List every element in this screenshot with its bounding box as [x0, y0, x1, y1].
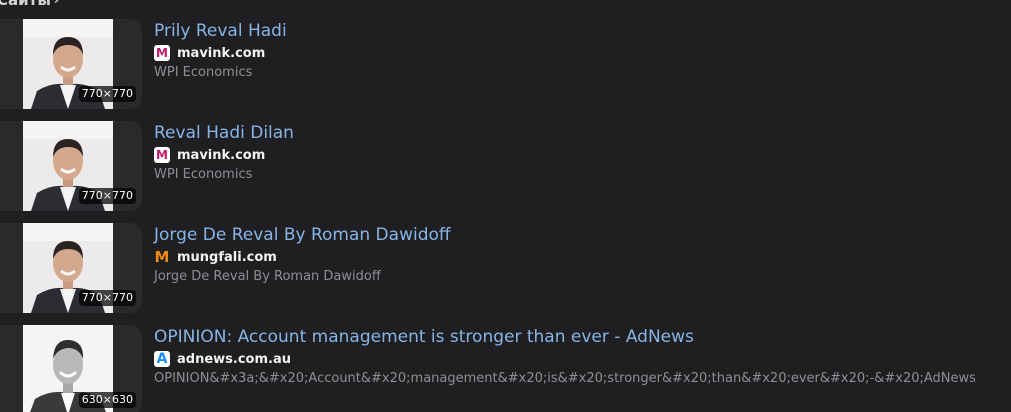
section-header[interactable]: Сайты ›: [0, 0, 60, 9]
result-site-link[interactable]: M mavink.com: [154, 146, 294, 164]
mavink-favicon-icon: M: [154, 147, 170, 163]
mungfali-favicon-icon: M: [154, 247, 170, 266]
result-domain[interactable]: mavink.com: [177, 46, 265, 61]
result-thumbnail-card[interactable]: 770×770: [0, 223, 142, 313]
result-info: Jorge De Reval By Roman Dawidoff M mungf…: [154, 224, 451, 286]
image-size-badge: 770×770: [78, 290, 136, 306]
result-thumbnail-card[interactable]: 630×630: [0, 325, 142, 412]
result-domain[interactable]: adnews.com.au: [177, 352, 291, 367]
result-title-link[interactable]: Prily Reval Hadi: [154, 20, 287, 42]
image-results-page: Сайты › 770×770 Prily Reval Hadi M mavin…: [0, 0, 1011, 412]
result-domain[interactable]: mungfali.com: [177, 250, 277, 265]
result-description: OPINION&#x3a;&#x20;Account&#x20;manageme…: [154, 371, 976, 386]
result-site-link[interactable]: A adnews.com.au: [154, 350, 976, 368]
result-info: Prily Reval Hadi M mavink.com WPI Econom…: [154, 20, 287, 82]
result-thumbnail-card[interactable]: 770×770: [0, 121, 142, 211]
result-title-link[interactable]: Reval Hadi Dilan: [154, 122, 294, 144]
result-description: Jorge De Reval By Roman Dawidoff: [154, 269, 381, 284]
section-title[interactable]: Сайты: [0, 0, 51, 9]
result-title-link[interactable]: OPINION: Account management is stronger …: [154, 326, 976, 348]
result-description: WPI Economics: [154, 167, 253, 182]
image-size-badge: 630×630: [78, 392, 136, 408]
image-size-badge: 770×770: [78, 188, 136, 204]
chevron-right-icon: ›: [53, 0, 60, 8]
result-description: WPI Economics: [154, 65, 253, 80]
result-site-link[interactable]: M mungfali.com: [154, 248, 451, 266]
result-site-link[interactable]: M mavink.com: [154, 44, 287, 62]
result-info: Reval Hadi Dilan M mavink.com WPI Econom…: [154, 122, 294, 184]
adnews-favicon-icon: A: [154, 351, 170, 367]
result-title-link[interactable]: Jorge De Reval By Roman Dawidoff: [154, 224, 451, 246]
result-thumbnail-card[interactable]: 770×770: [0, 19, 142, 109]
result-domain[interactable]: mavink.com: [177, 148, 265, 163]
result-info: OPINION: Account management is stronger …: [154, 326, 976, 388]
image-size-badge: 770×770: [78, 86, 136, 102]
mavink-favicon-icon: M: [154, 45, 170, 61]
